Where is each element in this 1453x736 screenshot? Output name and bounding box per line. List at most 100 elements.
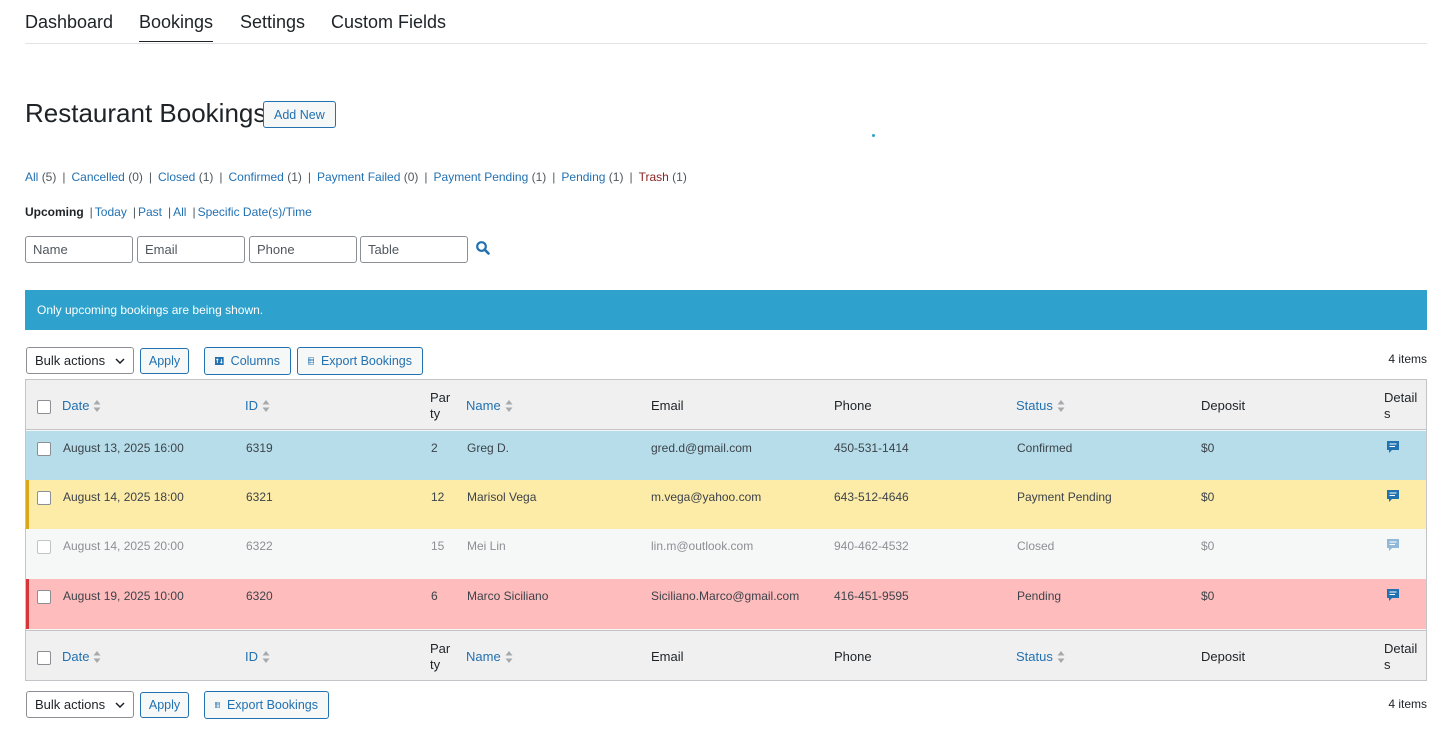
separator: | bbox=[219, 170, 223, 184]
name-filter-input[interactable] bbox=[25, 236, 133, 263]
comment-icon[interactable] bbox=[1386, 588, 1400, 602]
column-header-party-line1: Par bbox=[430, 390, 451, 405]
view-payment-failed-link[interactable]: Payment Failed bbox=[317, 170, 400, 184]
column-header-date[interactable]: Date bbox=[62, 398, 101, 414]
bulk-actions-value: Bulk actions bbox=[35, 353, 106, 368]
booking-name: Marisol Vega bbox=[467, 490, 537, 504]
view-all-count: (5) bbox=[41, 170, 57, 184]
status-filter-links: All (5) | Cancelled (0) | Closed (1) | Confirm… bbox=[25, 170, 687, 184]
booking-email: gred.d@gmail.com bbox=[651, 441, 752, 455]
row-checkbox[interactable] bbox=[37, 491, 51, 505]
search-icon[interactable] bbox=[475, 240, 491, 256]
booking-id: 6319 bbox=[246, 441, 273, 455]
column-footer-id[interactable]: ID bbox=[245, 649, 270, 665]
column-footer-status-label: Status bbox=[1016, 649, 1053, 664]
column-header-party-line2: ty bbox=[430, 406, 441, 421]
booking-id: 6321 bbox=[246, 490, 273, 504]
export-bookings-button[interactable]: Export Bookings bbox=[297, 347, 423, 375]
column-header-name[interactable]: Name bbox=[466, 398, 513, 414]
column-header-phone: Phone bbox=[834, 398, 872, 413]
items-count-bottom: 4 items bbox=[1388, 697, 1427, 711]
table-row[interactable]: August 13, 2025 16:00 6319 2 Greg D. gre… bbox=[26, 431, 1426, 481]
view-confirmed-link[interactable]: Confirmed bbox=[229, 170, 284, 184]
booking-email: m.vega@yahoo.com bbox=[651, 490, 762, 504]
select-all-checkbox[interactable] bbox=[37, 651, 51, 665]
date-filter-specific[interactable]: Specific Date(s)/Time bbox=[198, 205, 312, 219]
table-row[interactable]: August 19, 2025 10:00 6320 6 Marco Sicil… bbox=[26, 579, 1426, 629]
column-footer-party-line2: ty bbox=[430, 657, 441, 672]
bulk-actions-select-bottom[interactable]: Bulk actions bbox=[26, 691, 134, 718]
column-footer-date[interactable]: Date bbox=[62, 649, 101, 665]
columns-label: Columns bbox=[230, 354, 280, 368]
column-footer-party: Par ty bbox=[430, 641, 450, 673]
view-cancelled-count: (0) bbox=[128, 170, 143, 184]
row-checkbox[interactable] bbox=[37, 442, 51, 456]
sort-icon bbox=[1057, 399, 1065, 412]
column-footer-date-label: Date bbox=[62, 649, 90, 664]
separator: | bbox=[552, 170, 556, 184]
sort-icon bbox=[1057, 650, 1065, 663]
date-filter-all[interactable]: All bbox=[173, 205, 186, 219]
column-footer-name-label: Name bbox=[466, 649, 501, 664]
comment-icon[interactable] bbox=[1386, 538, 1400, 552]
separator: | bbox=[148, 170, 152, 184]
table-row[interactable]: August 14, 2025 20:00 6322 15 Mei Lin li… bbox=[26, 529, 1426, 579]
column-footer-id-label: ID bbox=[245, 649, 258, 664]
column-footer-details-line2: s bbox=[1384, 657, 1391, 672]
column-footer-name[interactable]: Name bbox=[466, 649, 513, 665]
table-footer-row: Date ID Par ty Name Email Phone Status De… bbox=[26, 630, 1426, 680]
column-header-deposit: Deposit bbox=[1201, 398, 1246, 413]
email-filter-input[interactable] bbox=[137, 236, 245, 263]
bulk-actions-select[interactable]: Bulk actions bbox=[26, 347, 134, 374]
booking-deposit: $0 bbox=[1201, 441, 1215, 455]
separator: | bbox=[424, 170, 428, 184]
add-new-button[interactable]: Add New bbox=[263, 101, 336, 128]
comment-icon[interactable] bbox=[1386, 489, 1400, 503]
column-header-party: Par ty bbox=[430, 390, 450, 422]
phone-filter-input[interactable] bbox=[249, 236, 357, 263]
view-pending-link[interactable]: Pending bbox=[561, 170, 605, 184]
view-all-link[interactable]: All bbox=[25, 170, 38, 184]
view-pending-count: (1) bbox=[608, 170, 624, 184]
comment-icon[interactable] bbox=[1386, 440, 1400, 454]
booking-id: 6322 bbox=[246, 539, 273, 553]
date-filter-today[interactable]: Today bbox=[95, 205, 127, 219]
columns-button[interactable]: Columns bbox=[204, 347, 291, 375]
table-filter-input[interactable] bbox=[360, 236, 468, 263]
separator: | bbox=[89, 205, 93, 219]
tab-custom-fields[interactable]: Custom Fields bbox=[331, 12, 446, 41]
booking-status: Payment Pending bbox=[1017, 490, 1112, 504]
view-confirmed-count: (1) bbox=[287, 170, 302, 184]
export-bookings-label: Export Bookings bbox=[320, 354, 412, 368]
view-trash-count: (1) bbox=[672, 170, 687, 184]
booking-deposit: $0 bbox=[1201, 490, 1215, 504]
booking-party: 15 bbox=[431, 539, 445, 553]
select-all-checkbox[interactable] bbox=[37, 400, 51, 414]
booking-phone: 416-451-9595 bbox=[834, 589, 909, 603]
row-checkbox[interactable] bbox=[37, 590, 51, 604]
column-footer-status[interactable]: Status bbox=[1016, 649, 1065, 665]
booking-status: Closed bbox=[1017, 539, 1055, 553]
booking-status: Confirmed bbox=[1017, 441, 1073, 455]
column-header-status[interactable]: Status bbox=[1016, 398, 1065, 414]
tab-settings[interactable]: Settings bbox=[240, 12, 305, 41]
apply-button[interactable]: Apply bbox=[140, 348, 189, 374]
table-row[interactable]: August 14, 2025 18:00 6321 12 Marisol Ve… bbox=[26, 480, 1426, 530]
tab-bookings[interactable]: Bookings bbox=[139, 12, 214, 42]
view-cancelled-link[interactable]: Cancelled bbox=[71, 170, 124, 184]
date-filter-upcoming[interactable]: Upcoming bbox=[25, 205, 84, 219]
view-payment-pending-link[interactable]: Payment Pending bbox=[434, 170, 529, 184]
row-checkbox[interactable] bbox=[37, 540, 51, 554]
column-header-details-line2: s bbox=[1384, 406, 1391, 421]
date-filter-past[interactable]: Past bbox=[138, 205, 162, 219]
view-closed-link[interactable]: Closed bbox=[158, 170, 195, 184]
export-bookings-button-bottom[interactable]: Export Bookings bbox=[204, 691, 329, 719]
export-bookings-label: Export Bookings bbox=[226, 698, 318, 712]
booking-status: Pending bbox=[1017, 589, 1062, 603]
column-header-id[interactable]: ID bbox=[245, 398, 270, 414]
date-filter-links: Upcoming | Today | Past | All | Specific Date(s)… bbox=[25, 205, 312, 219]
separator: | bbox=[307, 170, 311, 184]
tab-dashboard[interactable]: Dashboard bbox=[25, 12, 113, 41]
apply-button-bottom[interactable]: Apply bbox=[140, 692, 189, 718]
view-trash-link[interactable]: Trash bbox=[639, 170, 669, 184]
